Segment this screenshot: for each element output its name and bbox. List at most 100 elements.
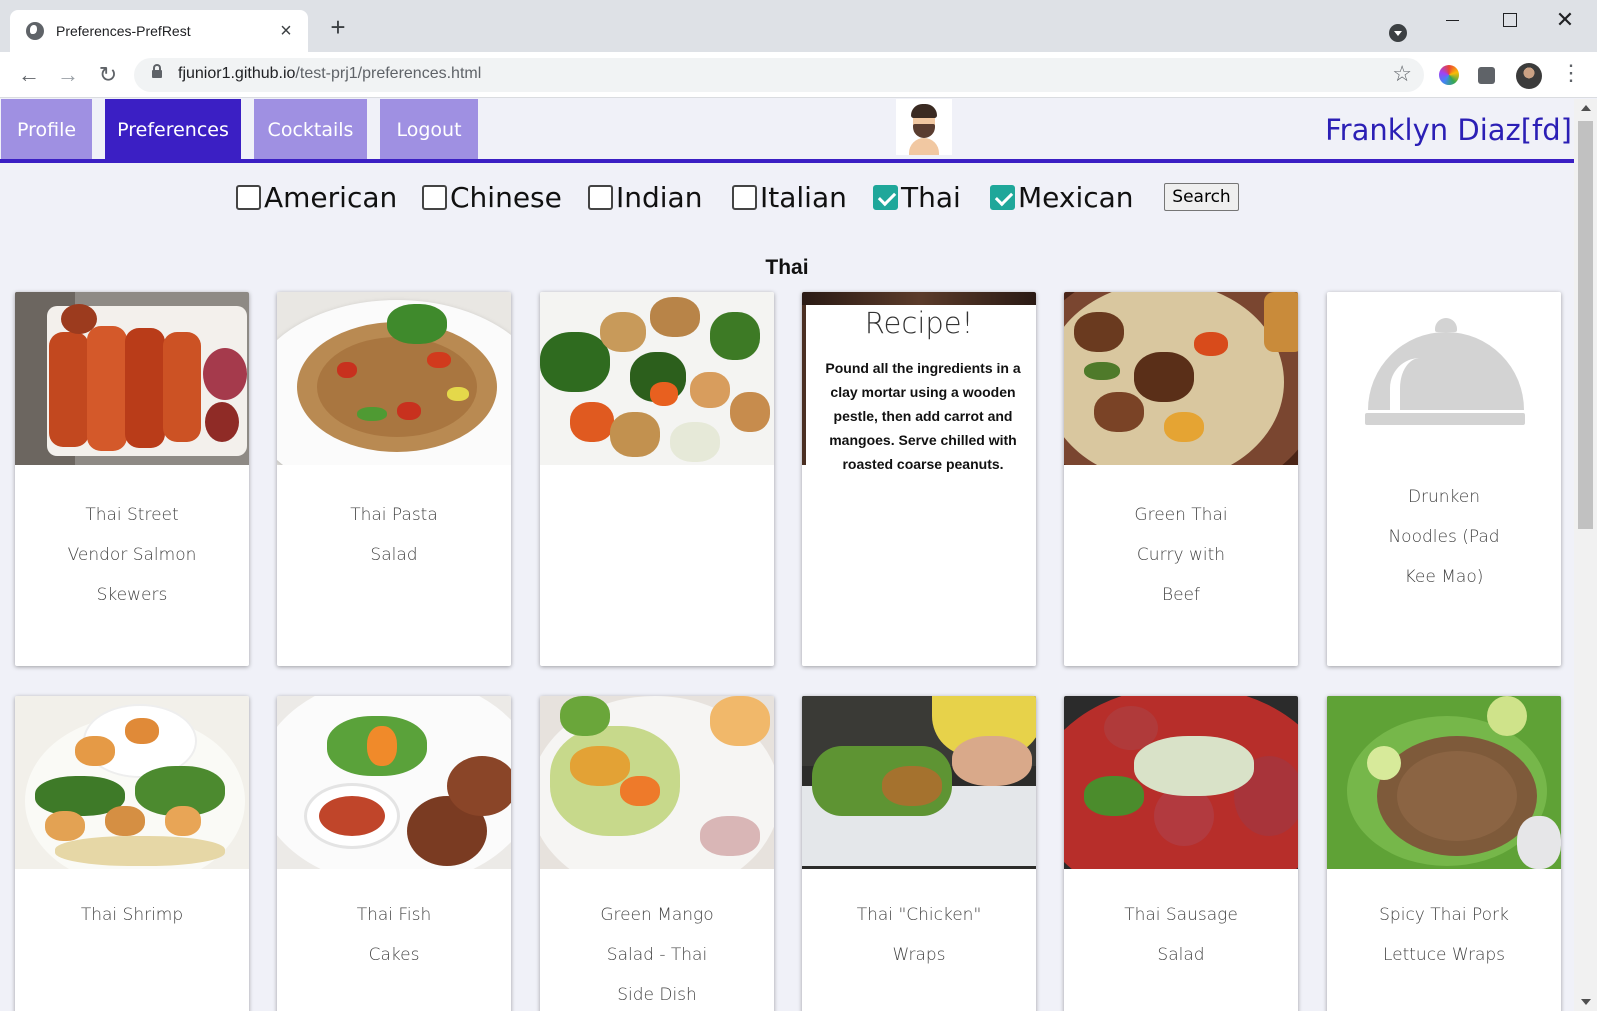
recipe-name-line: Green Thai (1134, 505, 1228, 525)
checkbox-italian[interactable] (732, 184, 757, 210)
recipe-name-line: Thai Fish Cakes (356, 905, 432, 965)
recipe-name-line: Wraps (892, 945, 946, 965)
recipe-name: Drunken Noodles (Pad Kee Mao) (1379, 477, 1509, 597)
url-text: fjunior1.github.io/test-prj1/preferences… (178, 65, 481, 83)
browser-toolbar: ← → ↻ fjunior1.github.io/test-prj1/prefe… (0, 52, 1597, 98)
filter-mexican[interactable]: Mexican (990, 177, 1134, 217)
tab-close-icon[interactable]: × (276, 21, 296, 41)
checkbox-mexican[interactable] (990, 184, 1015, 210)
recipe-name-line: Lettuce Wraps (1382, 945, 1506, 965)
recipe-card[interactable]: Drunken Noodles (Pad Kee Mao) (1327, 292, 1561, 666)
recipe-name-line: Thai Shrimp (80, 905, 184, 925)
page-scrollbar[interactable] (1574, 99, 1597, 1011)
serving-cloche-icon (1365, 318, 1525, 428)
recipe-card[interactable]: Green Mango Salad - Thai Side Dish (540, 696, 774, 1011)
nav-preferences[interactable]: Preferences (105, 99, 241, 159)
filter-label: Thai (901, 180, 961, 214)
filter-label: Chinese (450, 180, 562, 214)
food-image (277, 292, 511, 465)
tab-title: Preferences-PrefRest (56, 23, 191, 39)
username: Franklyn Diaz[fd] (1325, 113, 1572, 147)
address-bar[interactable]: fjunior1.github.io/test-prj1/preferences… (134, 58, 1424, 92)
recipe-card[interactable] (540, 292, 774, 666)
recipe-name: Thai Street Vendor Salmon Skewers (67, 495, 197, 615)
scroll-thumb[interactable] (1578, 121, 1593, 529)
recipe-card[interactable]: Thai Fish Cakes (277, 696, 511, 1011)
checkbox-indian[interactable] (588, 184, 613, 210)
filter-label: Mexican (1018, 180, 1134, 214)
recipe-name: Thai "Chicken" Wraps (854, 895, 984, 975)
filter-american[interactable]: American (236, 177, 397, 217)
browser-tab[interactable]: Preferences-PrefRest × (10, 10, 308, 52)
recipe-name: Thai Fish Cakes (329, 895, 459, 975)
checkbox-thai[interactable] (873, 184, 898, 210)
food-image (1327, 696, 1561, 869)
url-path: /test-prj1/preferences.html (295, 65, 482, 82)
extensions-puzzle-icon[interactable] (1478, 67, 1495, 84)
user-avatar (896, 99, 952, 155)
app-navbar: Profile Preferences Cocktails Logout Fra… (0, 99, 1574, 163)
checkbox-american[interactable] (236, 184, 261, 210)
section-title: Thai (765, 256, 809, 279)
recipe-name-line: Salad (370, 545, 418, 565)
tab-search-icon[interactable] (1389, 24, 1407, 42)
recipe-card[interactable]: Thai Shrimp (15, 696, 249, 1011)
nav-cocktails[interactable]: Cocktails (254, 99, 367, 159)
recipe-title: Recipe! (864, 306, 974, 340)
scroll-down-icon[interactable] (1581, 999, 1591, 1005)
nav-profile[interactable]: Profile (1, 99, 92, 159)
window-close-icon[interactable]: ✕ (1550, 8, 1580, 32)
recipe-name-line: Drunken (1407, 487, 1481, 507)
forward-arrow-icon[interactable]: → (53, 60, 83, 90)
filter-label: Indian (616, 180, 703, 214)
recipe-name: Thai Shrimp (67, 895, 197, 935)
recipe-card[interactable]: Thai Street Vendor Salmon Skewers (15, 292, 249, 666)
recipe-card[interactable]: Thai Pasta Salad (277, 292, 511, 666)
recipe-name-line: Thai "Chicken" (856, 905, 982, 925)
filter-indian[interactable]: Indian (588, 177, 702, 217)
new-tab-icon[interactable]: + (326, 14, 350, 40)
recipe-name-line: Vendor Salmon (67, 545, 197, 565)
recipe-name-line: Kee Mao) (1404, 567, 1484, 587)
recipe-name-line: Salad - Thai (606, 945, 708, 965)
recipe-name: Green Thai Curry with Beef (1116, 495, 1246, 615)
search-button[interactable]: Search (1164, 183, 1239, 211)
filter-thai[interactable]: Thai (873, 177, 961, 217)
filter-chinese[interactable]: Chinese (422, 177, 562, 217)
minimize-icon[interactable] (1438, 8, 1468, 32)
reload-icon[interactable]: ↻ (93, 60, 123, 90)
nav-logout[interactable]: Logout (380, 99, 478, 159)
checkbox-chinese[interactable] (422, 184, 447, 210)
food-image (802, 696, 1036, 869)
recipe-card[interactable]: Thai Sausage Salad (1064, 696, 1298, 1011)
scroll-up-icon[interactable] (1581, 105, 1591, 111)
browser-tabstrip: Preferences-PrefRest × + ✕ (0, 0, 1597, 52)
maximize-icon[interactable] (1495, 8, 1525, 32)
recipe-name-line: Spicy Thai Pork (1379, 905, 1509, 925)
lock-icon (152, 64, 162, 78)
recipe-name-line: Thai Pasta (350, 505, 438, 525)
browser-menu-icon[interactable]: ⋮ (1560, 62, 1582, 84)
filter-italian[interactable]: Italian (732, 177, 847, 217)
recipe-name-line: Thai Sausage (1124, 905, 1238, 925)
recipe-name-line: Side Dish (617, 985, 697, 1005)
color-extension-icon[interactable] (1439, 65, 1459, 85)
recipe-card[interactable]: Recipe! Pound all the ingredients in a c… (802, 292, 1036, 666)
profile-avatar-icon[interactable] (1516, 63, 1542, 89)
recipe-name: Green Mango Salad - Thai Side Dish (592, 895, 722, 1011)
bookmark-star-icon[interactable]: ☆ (1392, 61, 1412, 87)
food-image-strip (802, 292, 1036, 305)
recipe-card[interactable]: Thai "Chicken" Wraps (802, 696, 1036, 1011)
food-image (15, 696, 249, 869)
recipe-name: Spicy Thai Pork Lettuce Wraps (1379, 895, 1509, 975)
globe-icon (26, 22, 44, 40)
back-arrow-icon[interactable]: ← (14, 60, 44, 90)
recipe-card[interactable]: Spicy Thai Pork Lettuce Wraps (1327, 696, 1561, 1011)
food-image (1064, 696, 1298, 869)
recipe-name-line: Green Mango (600, 905, 714, 925)
food-image (277, 696, 511, 869)
recipe-card[interactable]: Green Thai Curry with Beef (1064, 292, 1298, 666)
recipe-name: Thai Sausage Salad (1116, 895, 1246, 975)
recipe-name: Thai Pasta Salad (329, 495, 459, 575)
recipe-name-line: Thai Street (85, 505, 179, 525)
